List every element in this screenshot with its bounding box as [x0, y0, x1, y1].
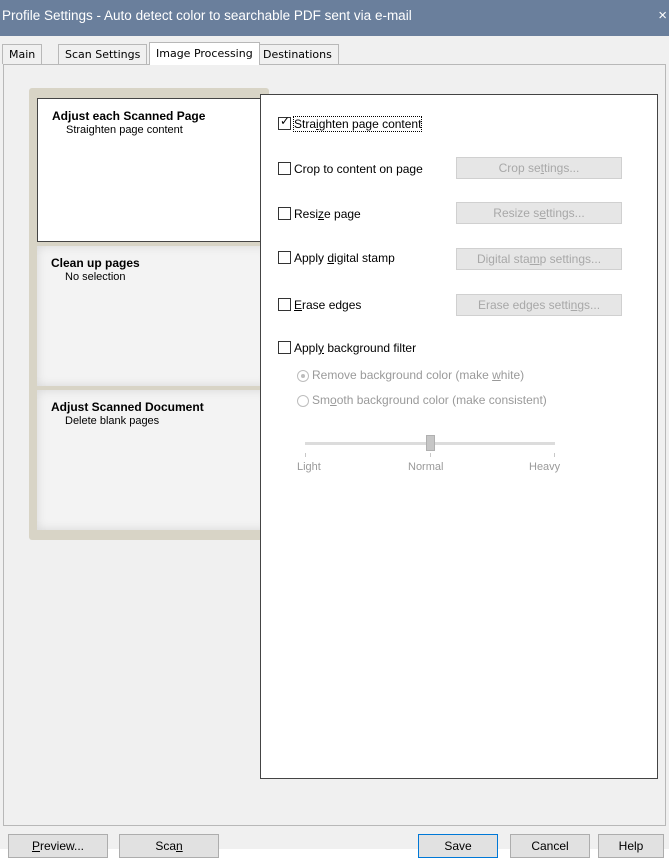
erase-edges-label: Erase edges [294, 297, 362, 312]
smooth-background-radio[interactable]: Smooth background color (make consistent… [297, 393, 547, 407]
category-subtitle: No selection [65, 271, 126, 283]
category-title: Adjust each Scanned Page [52, 109, 206, 123]
save-button[interactable]: Save [418, 834, 498, 858]
tab-scan-settings[interactable]: Scan Settings [58, 44, 148, 64]
tab-strip: Main Scan Settings Image Processing Dest… [0, 42, 669, 65]
slider-label-heavy: Heavy [529, 461, 561, 473]
crop-checkbox[interactable] [278, 162, 291, 176]
background-filter-checkbox[interactable] [278, 341, 291, 355]
digital-stamp-settings-button[interactable]: Digital stamp settings... [456, 248, 622, 270]
category-adjust-document[interactable]: Adjust Scanned Document Delete blank pag… [37, 390, 269, 530]
radio-selected-icon [297, 369, 309, 382]
category-title: Clean up pages [51, 256, 140, 270]
digital-stamp-label: Apply digital stamp [294, 250, 395, 265]
straighten-label: Straighten page content [292, 115, 423, 132]
resize-settings-button[interactable]: Resize settings... [456, 202, 622, 224]
title-bar: Profile Settings - Auto detect color to … [0, 0, 669, 36]
straighten-option[interactable]: ✓ Straighten page content [278, 114, 423, 132]
resize-checkbox[interactable] [278, 207, 291, 221]
resize-label: Resize page [294, 206, 361, 221]
category-subtitle: Straighten page content [66, 124, 183, 136]
smooth-background-label: Smooth background color (make consistent… [312, 393, 547, 407]
category-subtitle: Delete blank pages [65, 415, 160, 427]
category-clean-up-pages[interactable]: Clean up pages No selection [37, 246, 269, 386]
dialog-body: Main Scan Settings Image Processing Dest… [0, 36, 669, 858]
category-title: Adjust Scanned Document [51, 400, 204, 414]
remove-background-radio[interactable]: Remove background color (make white) [297, 368, 524, 382]
checkmark-icon: ✓ [280, 114, 291, 129]
resize-option[interactable]: Resize page [278, 206, 361, 222]
background-filter-slider[interactable]: Light Normal Heavy [297, 435, 560, 475]
slider-label-normal: Normal [408, 461, 444, 473]
erase-edges-checkbox[interactable] [278, 298, 291, 312]
slider-tick [554, 453, 555, 457]
category-adjust-each-page[interactable]: Adjust each Scanned Page Straighten page… [37, 98, 273, 242]
crop-settings-button[interactable]: Crop settings... [456, 157, 622, 179]
preview-button[interactable]: Preview... [8, 834, 108, 858]
category-list: Adjust each Scanned Page Straighten page… [29, 88, 273, 540]
digital-stamp-option[interactable]: Apply digital stamp [278, 250, 395, 266]
background-filter-option[interactable]: Apply background filter [278, 340, 416, 356]
slider-tick [430, 453, 431, 457]
slider-label-light: Light [297, 461, 321, 473]
digital-stamp-checkbox[interactable] [278, 251, 291, 265]
window-title: Profile Settings - Auto detect color to … [2, 8, 412, 23]
radio-unselected-icon [297, 394, 309, 407]
options-panel: ✓ Straighten page content Crop to content… [260, 94, 658, 779]
crop-label: Crop to content on page [294, 161, 423, 176]
close-icon[interactable]: × [658, 7, 667, 24]
tab-main[interactable]: Main [2, 44, 43, 64]
slider-tick [305, 453, 306, 457]
straighten-checkbox[interactable]: ✓ [278, 114, 291, 131]
slider-thumb[interactable] [426, 435, 435, 451]
cancel-button[interactable]: Cancel [510, 834, 590, 858]
scan-button[interactable]: Scan [119, 834, 219, 858]
erase-edges-settings-button[interactable]: Erase edges settings... [456, 294, 622, 316]
remove-background-label: Remove background color (make white) [312, 368, 525, 382]
help-button[interactable]: Help [598, 834, 664, 858]
background-filter-label: Apply background filter [294, 340, 417, 355]
crop-option[interactable]: Crop to content on page [278, 161, 423, 177]
tab-image-processing[interactable]: Image Processing [149, 42, 260, 65]
erase-edges-option[interactable]: Erase edges [278, 297, 361, 313]
tab-destinations[interactable]: Destinations [256, 44, 339, 64]
